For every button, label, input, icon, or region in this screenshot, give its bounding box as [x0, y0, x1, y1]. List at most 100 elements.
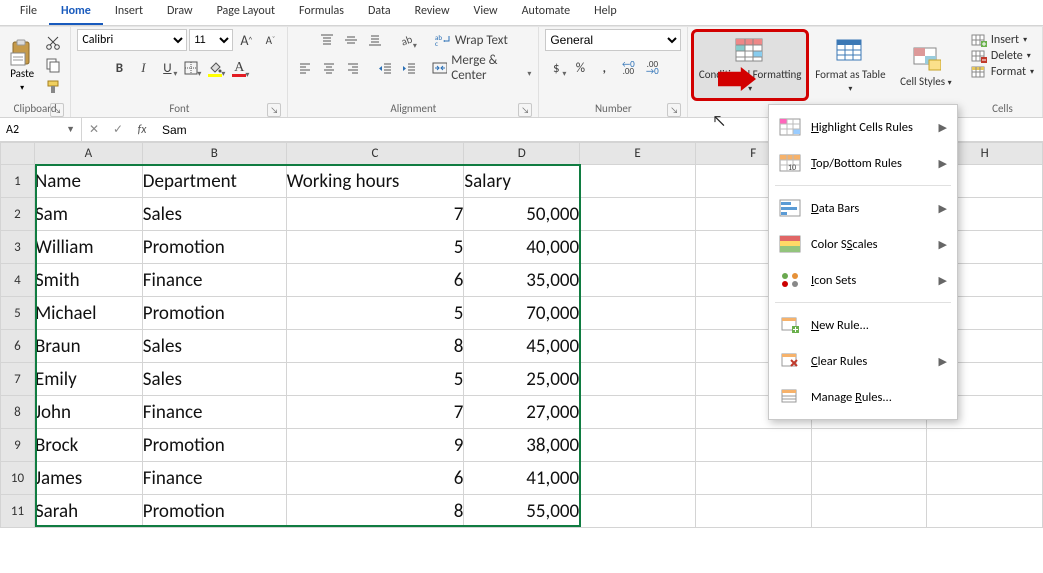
cell[interactable]: 6 [286, 264, 464, 297]
cell[interactable]: Sales [142, 330, 286, 363]
row-header[interactable]: 6 [1, 330, 35, 363]
cell[interactable]: 45,000 [464, 330, 580, 363]
cell[interactable] [927, 429, 1043, 462]
cell[interactable] [580, 165, 696, 198]
cell[interactable]: Department [142, 165, 286, 198]
cell[interactable] [695, 495, 811, 528]
cell[interactable]: 8 [286, 330, 464, 363]
percent-button[interactable]: % [569, 57, 591, 79]
cell[interactable]: 40,000 [464, 231, 580, 264]
cell[interactable] [580, 495, 696, 528]
enter-formula-button[interactable]: ✓ [106, 122, 130, 137]
bold-button[interactable]: B [108, 57, 130, 79]
cell[interactable]: 27,000 [464, 396, 580, 429]
clipboard-launcher[interactable]: ↘ [50, 103, 64, 117]
orientation-button[interactable]: ab [396, 29, 418, 51]
cell[interactable]: William [34, 231, 142, 264]
number-format-select[interactable]: General [545, 29, 681, 51]
cell[interactable]: 35,000 [464, 264, 580, 297]
tab-file[interactable]: File [8, 0, 49, 25]
cell[interactable]: Emily [34, 363, 142, 396]
cell[interactable]: Sam [34, 198, 142, 231]
cell[interactable]: 5 [286, 231, 464, 264]
name-box[interactable]: A2 ▼ [0, 118, 82, 141]
row-header[interactable]: 3 [1, 231, 35, 264]
tab-view[interactable]: View [462, 0, 510, 25]
row-header[interactable]: 11 [1, 495, 35, 528]
italic-button[interactable]: I [132, 57, 154, 79]
cf-clear-rules[interactable]: Clear Rules ▶ [769, 343, 957, 379]
align-bottom-button[interactable] [364, 29, 386, 51]
cf-top-bottom-rules[interactable]: 10Top/Bottom Rules ▶ [769, 145, 957, 181]
cell[interactable] [580, 231, 696, 264]
tab-home[interactable]: Home [49, 0, 103, 25]
currency-button[interactable]: $ [545, 57, 567, 79]
row-header[interactable]: 2 [1, 198, 35, 231]
tab-help[interactable]: Help [582, 0, 629, 25]
fill-color-button[interactable] [204, 57, 226, 79]
conditional-formatting-button[interactable]: Conditional Formatting ▾ [694, 32, 806, 98]
format-as-table-button[interactable]: Format as Table ▾ [810, 32, 891, 98]
cell[interactable]: James [34, 462, 142, 495]
increase-decimal-button[interactable]: ←0.00 [617, 57, 639, 79]
delete-cells-button[interactable]: Delete▾ [969, 49, 1033, 63]
insert-cells-button[interactable]: Insert▾ [969, 33, 1029, 47]
cf-color-scales[interactable]: Color SScales ▶ [769, 226, 957, 262]
font-size-select[interactable]: 11 [189, 29, 233, 51]
cf-new-rule[interactable]: New Rule... [769, 307, 957, 343]
tab-insert[interactable]: Insert [103, 0, 155, 25]
cell[interactable]: Promotion [142, 297, 286, 330]
cell[interactable]: Smith [34, 264, 142, 297]
merge-center-button[interactable]: Merge & Center [429, 57, 532, 79]
cell[interactable]: Working hours [286, 165, 464, 198]
cf-manage-rules[interactable]: Manage Rules... [769, 379, 957, 415]
increase-indent-button[interactable] [398, 57, 420, 79]
format-painter-button[interactable] [42, 78, 64, 96]
cell[interactable] [811, 495, 927, 528]
row-header[interactable]: 7 [1, 363, 35, 396]
cell[interactable]: Michael [34, 297, 142, 330]
cell[interactable]: John [34, 396, 142, 429]
decrease-indent-button[interactable] [374, 57, 396, 79]
cell[interactable]: Finance [142, 264, 286, 297]
decrease-decimal-button[interactable]: .00→0 [641, 57, 663, 79]
cut-button[interactable] [42, 34, 64, 52]
align-left-button[interactable] [294, 57, 316, 79]
cell[interactable]: 70,000 [464, 297, 580, 330]
cancel-formula-button[interactable]: ✕ [82, 122, 106, 137]
insert-function-button[interactable]: fx [130, 123, 154, 137]
cf-icon-sets[interactable]: Icon Sets ▶ [769, 262, 957, 298]
row-header[interactable]: 9 [1, 429, 35, 462]
font-launcher[interactable]: ↘ [267, 103, 281, 117]
cell[interactable] [695, 429, 811, 462]
cell[interactable]: Sales [142, 363, 286, 396]
align-center-button[interactable] [318, 57, 340, 79]
align-right-button[interactable] [342, 57, 364, 79]
wrap-text-button[interactable]: abc Wrap Text [432, 29, 511, 51]
row-header[interactable]: 4 [1, 264, 35, 297]
cell[interactable] [580, 198, 696, 231]
cell[interactable]: 7 [286, 396, 464, 429]
cell[interactable] [580, 462, 696, 495]
column-header[interactable]: D [464, 143, 580, 165]
row-header[interactable]: 10 [1, 462, 35, 495]
align-top-button[interactable] [316, 29, 338, 51]
cell[interactable]: Promotion [142, 495, 286, 528]
select-all-corner[interactable] [1, 143, 35, 165]
cell[interactable]: Name [34, 165, 142, 198]
cell[interactable] [811, 429, 927, 462]
align-middle-button[interactable] [340, 29, 362, 51]
cell[interactable]: 9 [286, 429, 464, 462]
cell[interactable] [927, 462, 1043, 495]
cell[interactable] [580, 330, 696, 363]
cell[interactable]: 8 [286, 495, 464, 528]
font-color-button[interactable]: A [228, 57, 250, 79]
cell[interactable]: Promotion [142, 429, 286, 462]
tab-automate[interactable]: Automate [510, 0, 583, 25]
column-header[interactable]: E [580, 143, 696, 165]
format-cells-button[interactable]: Format▾ [969, 65, 1036, 79]
cell[interactable]: Promotion [142, 231, 286, 264]
cell[interactable] [580, 363, 696, 396]
cell[interactable] [695, 462, 811, 495]
row-header[interactable]: 5 [1, 297, 35, 330]
